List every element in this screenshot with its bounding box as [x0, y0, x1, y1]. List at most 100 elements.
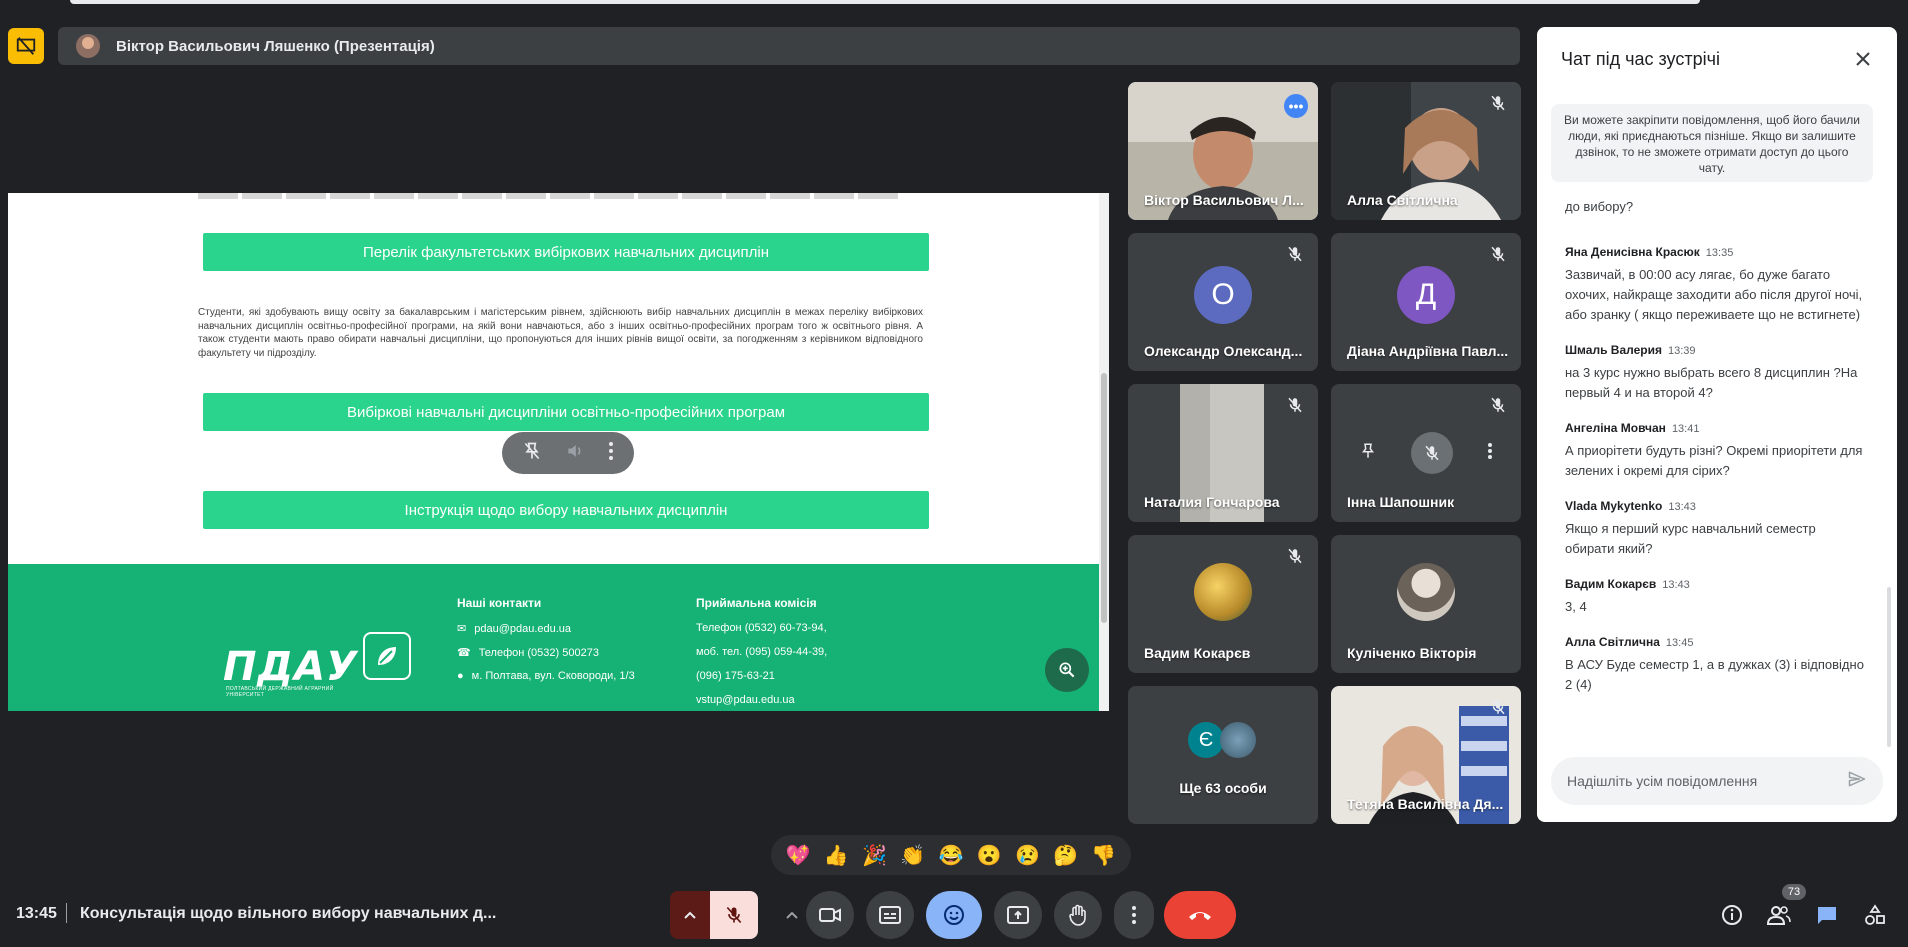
more-options-button[interactable]: [1114, 891, 1154, 939]
contact-phone[interactable]: ☎ Телефон (0532) 500273: [457, 646, 599, 660]
message-author: Вадим Кокарєв: [1565, 577, 1657, 591]
avatar: [1397, 563, 1455, 621]
participant-tile[interactable]: Тетяна Василівна Дя...: [1331, 686, 1521, 824]
chat-icon: [1818, 907, 1836, 924]
present-icon: [1007, 906, 1029, 924]
mic-off-icon: [1489, 698, 1507, 716]
chat-input-box[interactable]: [1551, 757, 1883, 805]
participant-tile[interactable]: ••• Віктор Васильович Л...: [1128, 82, 1318, 220]
avatar: [1194, 563, 1252, 621]
close-chat-button[interactable]: [1851, 47, 1875, 71]
reaction-thinking[interactable]: 🤔: [1053, 843, 1078, 868]
avatar: [1220, 722, 1256, 758]
more-options-icon[interactable]: •••: [1284, 94, 1308, 118]
participant-tile[interactable]: Інна Шапошник: [1331, 384, 1521, 522]
participant-tile[interactable]: Наталия Гончарова: [1128, 384, 1318, 522]
faculty-electives-button[interactable]: Перелік факультетських вибіркових навчал…: [203, 233, 929, 271]
more-options-icon[interactable]: [608, 441, 614, 466]
phone-icon: ☎: [457, 647, 471, 659]
volume-icon[interactable]: [565, 441, 585, 466]
presentation-scrollbar[interactable]: [1099, 193, 1109, 711]
chat-message: Шмаль Валерия 13:39 на 3 курс нужно выбра…: [1565, 343, 1865, 403]
presentation-media-controls: [502, 432, 634, 474]
selection-paragraph: Студенти, які здобувають вищу освіту за …: [198, 307, 923, 359]
message-author: Ангеліна Мовчан: [1565, 421, 1666, 435]
presentation-screen[interactable]: Перелік факультетських вибіркових навчал…: [8, 193, 1109, 711]
mute-participant-icon[interactable]: [1411, 432, 1453, 474]
message-text: 3, 4: [1565, 599, 1587, 614]
microphone-control: [670, 891, 758, 939]
chat-panel: Чат під час зустрічі Ви можете закріпити…: [1537, 27, 1897, 822]
reaction-thumbs-up[interactable]: 👍: [824, 843, 849, 868]
toggle-microphone-button[interactable]: [710, 891, 758, 939]
browser-top-edge: [70, 0, 1700, 4]
message-text: Зазвичай, в 00:00 асу лягає, бо дуже баг…: [1565, 267, 1863, 322]
meeting-details-button[interactable]: [1719, 902, 1745, 928]
chat-message: Ангеліна Мовчан 13:41 А приорітети будуть…: [1565, 421, 1865, 481]
more-options-icon[interactable]: [1487, 442, 1493, 465]
close-icon: [1856, 52, 1870, 66]
tile-hover-controls: [1359, 432, 1493, 474]
activities-icon: [1865, 904, 1885, 925]
program-electives-button[interactable]: Вибіркові навчальні дисципліни освітньо-…: [203, 393, 929, 431]
reaction-clap[interactable]: 👏: [900, 843, 925, 868]
message-time: 13:41: [1671, 423, 1700, 435]
pin-icon[interactable]: [1359, 442, 1377, 465]
chat-message: Алла Світлична 13:45 В АСУ Буде семестр 1…: [1565, 635, 1865, 695]
reaction-laugh[interactable]: 😂: [939, 843, 964, 868]
mic-off-icon: [1286, 547, 1304, 565]
chat-scrollbar[interactable]: [1887, 587, 1891, 747]
toggle-camera-button[interactable]: [806, 891, 854, 939]
admission-email[interactable]: vstup@pdau.edu.ua: [696, 694, 795, 706]
participant-tile[interactable]: Д Діана Андріївна Павл...: [1331, 233, 1521, 371]
participant-name: Наталия Гончарова: [1144, 494, 1280, 510]
captions-button[interactable]: [866, 891, 914, 939]
admission-heading: Приймальна комісія: [696, 596, 817, 610]
message-time: 13:43: [1662, 579, 1690, 591]
contact-phone-text: Телефон (0532) 500273: [478, 646, 599, 659]
activities-button[interactable]: [1862, 902, 1888, 928]
participant-tile[interactable]: Вадим Кокарєв: [1128, 535, 1318, 673]
selection-instructions-button[interactable]: Інструкція щодо вибору навчальних дисцип…: [203, 491, 929, 529]
reaction-thumbs-down[interactable]: 👎: [1091, 843, 1116, 868]
present-screen-button[interactable]: [994, 891, 1042, 939]
chat-title: Чат під час зустрічі: [1561, 49, 1720, 69]
info-icon: [1722, 905, 1742, 925]
chat-button[interactable]: [1814, 902, 1840, 928]
pdau-logo: ПДАУ: [223, 644, 358, 690]
message-time: 13:35: [1705, 247, 1734, 259]
people-button[interactable]: [1766, 902, 1792, 928]
reaction-party[interactable]: 🎉: [862, 843, 887, 868]
message-text: А приорітети будуть різні? Окремі приорі…: [1565, 443, 1863, 478]
participant-name: Тетяна Василівна Дя...: [1347, 796, 1504, 812]
contact-address: ● м. Полтава, вул. Сковороди, 1/3: [457, 670, 635, 682]
participant-tile[interactable]: Алла Світлична: [1331, 82, 1521, 220]
reaction-heart[interactable]: 💖: [786, 843, 811, 868]
presenter-bar[interactable]: Віктор Васильович Ляшенко (Презентація): [58, 27, 1520, 65]
message-author: Алла Світлична: [1565, 635, 1660, 649]
unpin-icon[interactable]: [522, 441, 542, 466]
zoom-in-button[interactable]: [1045, 648, 1089, 692]
mic-off-icon: [1489, 396, 1507, 414]
contact-email[interactable]: ✉ pdau@pdau.edu.ua: [457, 622, 571, 636]
raise-hand-button[interactable]: [1054, 891, 1102, 939]
presentation-indicator-icon[interactable]: [8, 28, 44, 64]
message-text: В АСУ Буде семестр 1, а в дужках (3) і в…: [1565, 657, 1864, 692]
contacts-heading: Наші контакти: [457, 596, 542, 610]
reaction-surprised[interactable]: 😮: [977, 843, 1002, 868]
reaction-sad[interactable]: 😢: [1015, 843, 1040, 868]
participant-tile[interactable]: Куліченко Вікторія: [1331, 535, 1521, 673]
chat-message-input[interactable]: [1567, 773, 1847, 789]
audio-options-button[interactable]: [670, 891, 710, 939]
more-participants-tile[interactable]: Є Ще 63 особи: [1128, 686, 1318, 824]
send-icon[interactable]: [1847, 769, 1867, 794]
scrollbar-thumb[interactable]: [1101, 373, 1107, 623]
avatar: Д: [1397, 266, 1455, 324]
participant-tile[interactable]: О Олександр Олександ...: [1128, 233, 1318, 371]
message-author: Шмаль Валерия: [1565, 343, 1662, 357]
leave-call-button[interactable]: [1164, 891, 1236, 939]
location-pin-icon: ●: [457, 670, 464, 682]
mic-off-icon: [1489, 94, 1507, 112]
chevron-up-icon: [786, 911, 798, 919]
reactions-button[interactable]: [926, 891, 982, 939]
